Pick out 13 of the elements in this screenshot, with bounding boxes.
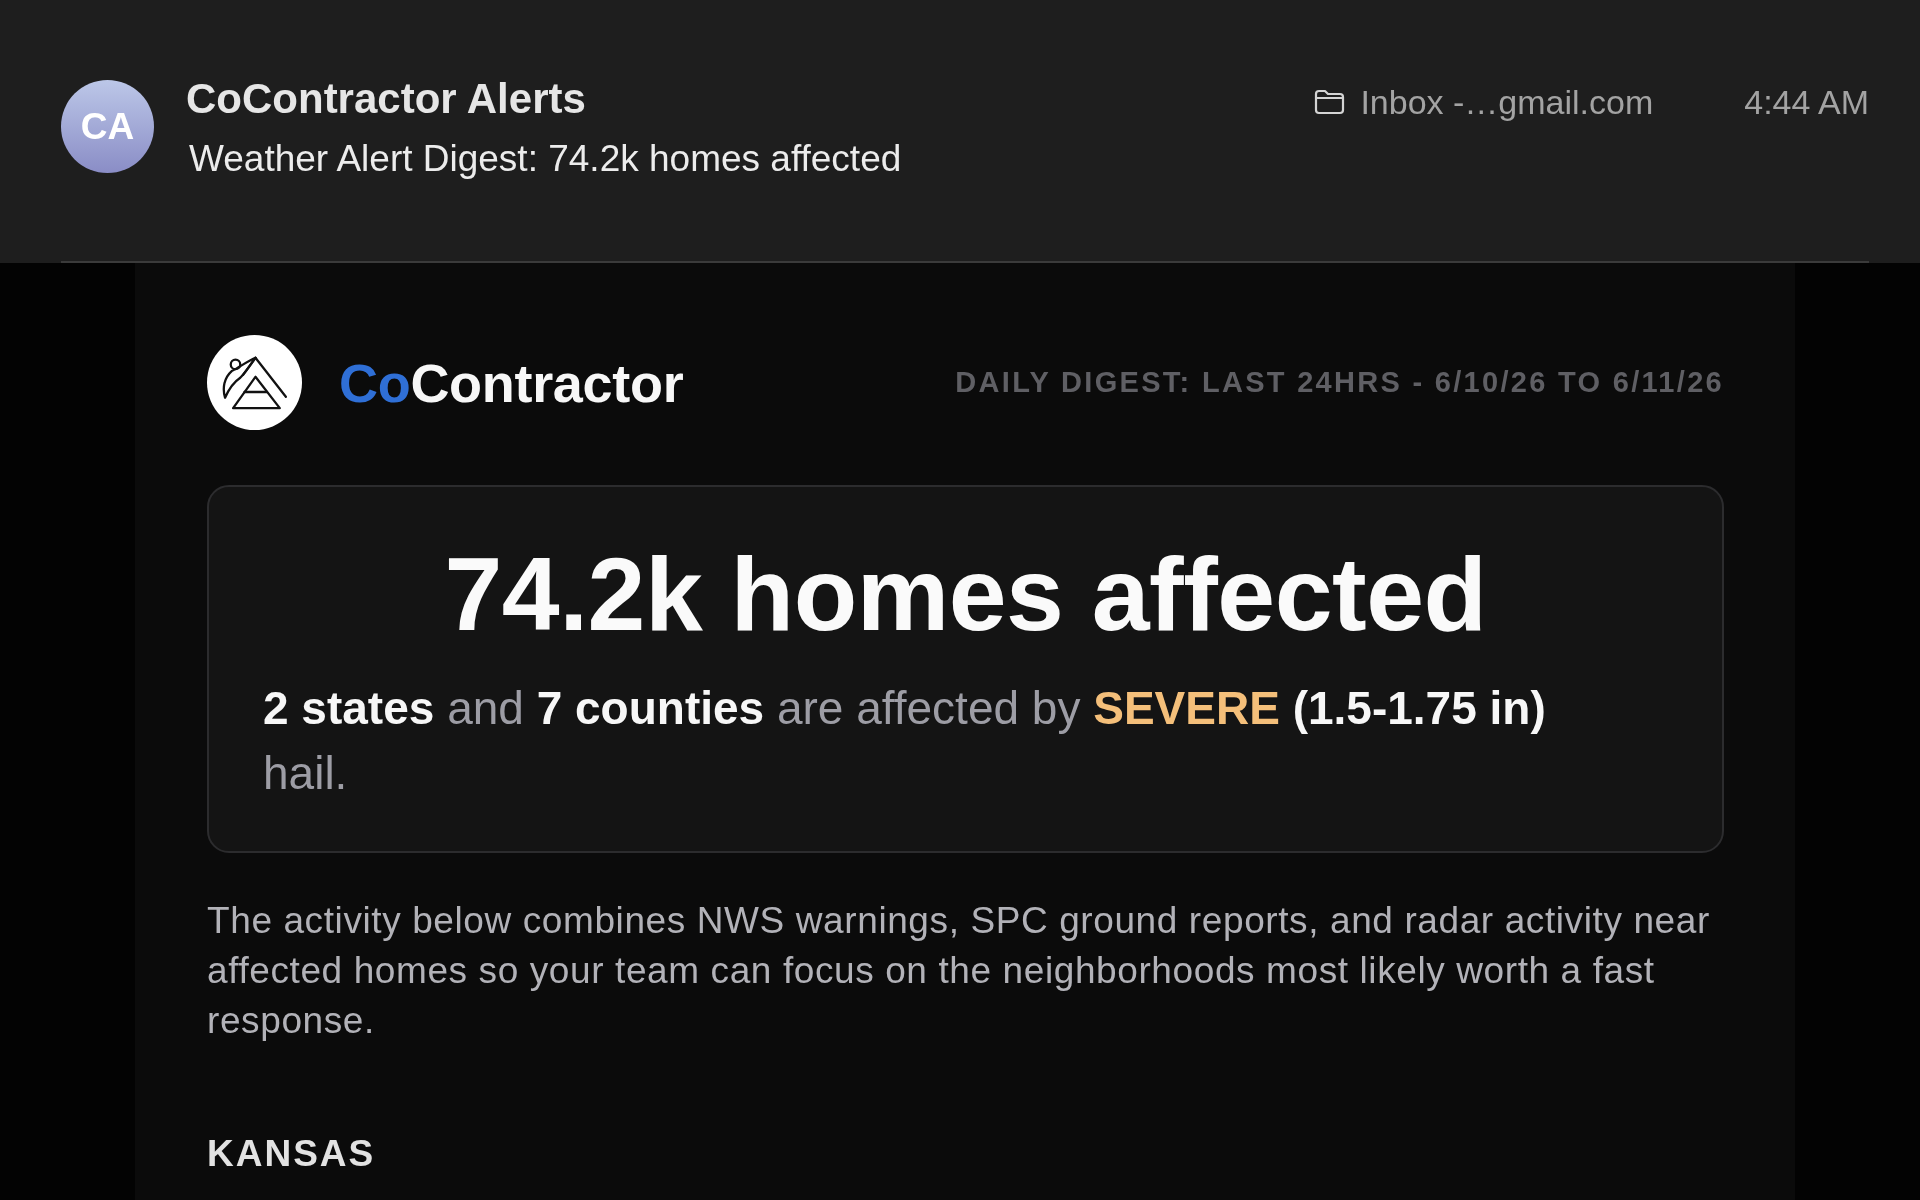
logo-icon — [207, 335, 302, 430]
folder-icon — [1314, 89, 1346, 115]
brand-wordmark: CoContractor — [339, 351, 684, 414]
sender-name: CoContractor Alerts — [186, 74, 586, 124]
summary-sentence: 2 states and 7 counties are affected by SEVERE (1.5-1.75 in) hail. — [263, 681, 1547, 801]
intro-paragraph: The activity below combines NWS warnings, SPC ground reports, and radar activity near affected homes so your team can focus on the neighborhoods most likely worth a fast response. — [207, 899, 1711, 1043]
sender-avatar: CA — [61, 80, 154, 173]
received-time: 4:44 AM — [1744, 82, 1869, 123]
mailbox-label: Inbox -…gmail.com — [1360, 82, 1654, 123]
headline: 74.2k homes affected — [443, 536, 1488, 653]
email-subject: Weather Alert Digest: 74.2k homes affected — [189, 137, 902, 181]
digest-date-range: DAILY DIGEST: LAST 24HRS - 6/10/26 TO 6/11/26 — [955, 366, 1724, 399]
section-heading: KANSAS — [207, 1132, 377, 1176]
